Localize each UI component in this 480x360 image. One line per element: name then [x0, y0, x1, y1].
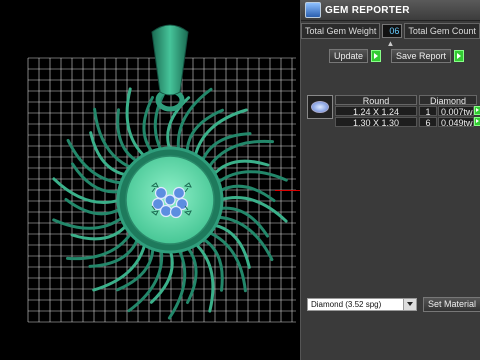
row1-size: 1.24 X 1.24: [335, 106, 417, 117]
row2-select-icon[interactable]: [474, 117, 480, 126]
x-axis-marker: [275, 190, 300, 191]
row1-count: 1: [419, 106, 437, 117]
panel-title: GEM REPORTER: [325, 4, 410, 16]
gem-thumbnail[interactable]: [307, 95, 333, 119]
update-button[interactable]: Update: [329, 49, 369, 63]
material-select[interactable]: Diamond (3.52 spg): [307, 297, 417, 311]
set-material-label: Set Material: [427, 298, 476, 309]
header-material: Diamond: [419, 95, 477, 106]
gem-app-icon: [305, 2, 321, 18]
update-go-icon[interactable]: [371, 50, 382, 62]
pendant-bail: [151, 24, 189, 96]
3d-viewport[interactable]: [0, 0, 300, 360]
total-weight-label: Total Gem Weight: [301, 23, 381, 39]
action-row: Update Save Report: [301, 48, 480, 64]
collapse-arrow-icon[interactable]: ▲: [301, 39, 480, 48]
total-weight-value: 06: [382, 24, 403, 38]
row1-weight: 0.007tw: [438, 106, 474, 117]
pendant-render: [27, 24, 296, 323]
material-row: Diamond (3.52 spg) Set Material: [307, 296, 480, 312]
row2-count: 6: [419, 117, 437, 128]
save-report-button[interactable]: Save Report: [391, 49, 452, 63]
save-report-go-icon[interactable]: [454, 50, 465, 62]
diamond-icon: [311, 101, 329, 113]
set-material-button[interactable]: Set Material: [422, 296, 480, 312]
gem-reporter-panel: GEM REPORTER Total Gem Weight 06 Total G…: [300, 0, 480, 360]
panel-titlebar[interactable]: GEM REPORTER: [301, 0, 480, 21]
total-count-label: Total Gem Count: [404, 23, 480, 39]
header-shape: Round: [335, 95, 417, 106]
save-report-label: Save Report: [396, 51, 447, 61]
totals-row: Total Gem Weight 06 Total Gem Count: [301, 23, 480, 39]
row1-select-icon[interactable]: [474, 106, 480, 115]
chevron-down-icon[interactable]: [402, 298, 416, 310]
update-label: Update: [334, 51, 364, 61]
material-select-value: Diamond (3.52 spg): [311, 299, 382, 309]
row2-weight: 0.049tw: [438, 117, 474, 128]
row2-size: 1.30 X 1.30: [335, 117, 417, 128]
